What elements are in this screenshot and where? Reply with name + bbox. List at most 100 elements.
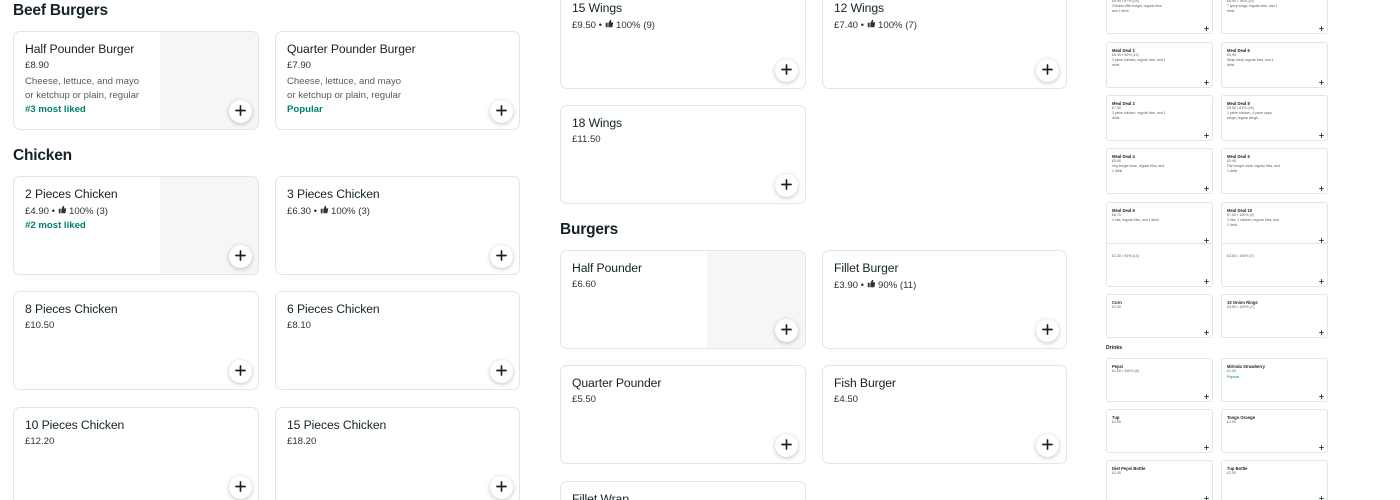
- plus-icon[interactable]: [1317, 277, 1325, 285]
- thumbnail-item-card[interactable]: Pepsi £1.00 • 100% (5): [1106, 358, 1213, 402]
- thumbnail-item-description: Veg burger meal, regular fries, and 1 dr…: [1112, 164, 1165, 173]
- thumbnail-item-price: £5.90 • 87% (24): [1112, 0, 1139, 3]
- add-to-cart-button[interactable]: [490, 245, 513, 268]
- plus-icon[interactable]: [1317, 78, 1325, 86]
- thumbnail-item-card[interactable]: Diet Pepsi Bottle £2.90: [1106, 460, 1213, 500]
- thumbs-up-icon: [867, 279, 876, 291]
- plus-icon[interactable]: [1202, 78, 1210, 86]
- plus-icon[interactable]: [1317, 24, 1325, 32]
- plus-icon[interactable]: [1317, 131, 1325, 139]
- item-name: 15 Wings: [572, 1, 623, 15]
- add-to-cart-button[interactable]: [775, 59, 798, 82]
- thumbnail-item-card[interactable]: £3.50 • 100% (7): [1221, 243, 1328, 287]
- thumbnail-item-card[interactable]: Meal Deal 9 £8.70 4 ribs, regular fries, a…: [1106, 202, 1213, 246]
- plus-icon: [781, 437, 792, 455]
- menu-item-card[interactable]: 15 Wings £9.50 • 100% (9): [560, 0, 806, 89]
- thumbnail-item-card[interactable]: £5.90 • 87% (24) Chicken fillet burger, r…: [1106, 0, 1213, 34]
- menu-item-card[interactable]: Fillet Burger £3.90 • 90% (11): [822, 250, 1067, 349]
- plus-icon: [235, 248, 246, 266]
- item-name: Quarter Pounder Burger: [287, 42, 416, 56]
- thumbnail-item-card[interactable]: Meal Deal 5 £5.90 Fish burger meal, regula…: [1221, 148, 1328, 194]
- add-to-cart-button[interactable]: [229, 100, 252, 123]
- plus-icon[interactable]: [1202, 443, 1210, 451]
- plus-icon[interactable]: [1317, 184, 1325, 192]
- item-name: 6 Pieces Chicken: [287, 302, 380, 316]
- thumbnail-item-description: 3 piece chicken, regular fries, and 1 dr…: [1112, 111, 1166, 120]
- thumbnail-item-price: £7.50 • 100% (4): [1227, 213, 1254, 217]
- add-to-cart-button[interactable]: [775, 434, 798, 457]
- thumbnail-item-card[interactable]: £2.30 • 92% (14): [1106, 243, 1213, 287]
- thumbnail-item-card[interactable]: Corn £2.30: [1106, 294, 1213, 338]
- add-to-cart-button[interactable]: [775, 319, 798, 342]
- menu-item-card[interactable]: 18 Wings £11.50: [560, 105, 806, 204]
- thumbnail-item-badge: Popular: [1227, 375, 1240, 379]
- add-to-cart-button[interactable]: [1036, 319, 1059, 342]
- thumbnail-item-description: Fish burger meal, regular fries, and 1 d…: [1227, 164, 1280, 173]
- menu-item-card[interactable]: Quarter Pounder £5.50: [560, 365, 806, 464]
- plus-icon[interactable]: [1202, 328, 1210, 336]
- plus-icon[interactable]: [1317, 494, 1325, 500]
- thumbs-up-icon: [605, 19, 614, 31]
- item-price: £10.50: [25, 320, 55, 331]
- plus-icon[interactable]: [1202, 277, 1210, 285]
- item-name: 8 Pieces Chicken: [25, 302, 118, 316]
- menu-item-card[interactable]: 15 Pieces Chicken £18.20: [275, 407, 520, 500]
- add-to-cart-button[interactable]: [490, 476, 513, 499]
- thumbnail-item-card[interactable]: Tango Orange £1.00: [1221, 409, 1328, 453]
- plus-icon[interactable]: [1202, 184, 1210, 192]
- thumbnail-item-card[interactable]: 10 Onion Rings £3.50 • 100% (7): [1221, 294, 1328, 338]
- thumbnail-item-card[interactable]: 7up £1.00: [1106, 409, 1213, 453]
- thumbnail-item-description: 4 ribs, regular fries, and 1 drink: [1112, 218, 1159, 222]
- thumbnail-item-price: £3.50 • 100% (7): [1227, 254, 1254, 258]
- thumbnail-item-card[interactable]: Meal Deal 10 £7.50 • 100% (4) 2 ribs, 1 ch…: [1221, 202, 1328, 246]
- item-price: £9.50 • 100% (9): [572, 19, 655, 31]
- item-name: Fillet Burger: [834, 261, 899, 275]
- thumbnail-item-card[interactable]: Meal Deal 1 £5.90 • 90% (11) 2 piece chick…: [1106, 42, 1213, 88]
- add-to-cart-button[interactable]: [1036, 434, 1059, 457]
- plus-icon: [496, 248, 507, 266]
- thumbnail-item-price: £1.00: [1227, 369, 1236, 373]
- thumbnail-item-card[interactable]: Meal Deal 4 £5.90 Veg burger meal, regular…: [1106, 148, 1213, 194]
- thumbnail-item-card[interactable]: Meal Deal 8 £9.90 • 81% (16) 1 piece chick…: [1221, 95, 1328, 141]
- thumbnail-item-card[interactable]: Meal Deal 2 £7.50 3 piece chicken, regular…: [1106, 95, 1213, 141]
- section-heading-burgers: Burgers: [560, 221, 619, 238]
- menu-item-card[interactable]: Quarter Pounder Burger £7.90 Cheese, let…: [275, 31, 520, 130]
- menu-item-card[interactable]: 8 Pieces Chicken £10.50: [13, 291, 259, 390]
- thumbnail-item-card[interactable]: £8.50 • 78% (32) 7 spicy wings, regular f…: [1221, 0, 1328, 34]
- plus-icon[interactable]: [1202, 24, 1210, 32]
- menu-item-card[interactable]: Fish Burger £4.50: [822, 365, 1067, 464]
- plus-icon[interactable]: [1202, 494, 1210, 500]
- add-to-cart-button[interactable]: [490, 100, 513, 123]
- menu-item-card[interactable]: 6 Pieces Chicken £8.10: [275, 291, 520, 390]
- menu-item-card[interactable]: Fillet Wrap: [560, 481, 806, 500]
- plus-icon[interactable]: [1202, 392, 1210, 400]
- menu-item-card[interactable]: 10 Pieces Chicken £12.20: [13, 407, 259, 500]
- menu-item-card[interactable]: 3 Pieces Chicken £6.30 • 100% (3): [275, 176, 520, 275]
- plus-icon[interactable]: [1317, 328, 1325, 336]
- add-to-cart-button[interactable]: [229, 245, 252, 268]
- thumbnail-item-card[interactable]: 7up Bottle £2.90: [1221, 460, 1328, 500]
- menu-item-card[interactable]: 12 Wings £7.40 • 100% (7): [822, 0, 1067, 89]
- plus-icon: [235, 103, 246, 121]
- thumbnail-item-card[interactable]: Mirinda Strawberry £1.00 Popular: [1221, 358, 1328, 402]
- item-price: £5.50: [572, 394, 597, 405]
- plus-icon[interactable]: [1317, 392, 1325, 400]
- thumbnail-item-card[interactable]: Meal Deal 6 £5.90 Wrap meal, regular fries…: [1221, 42, 1328, 88]
- thumbnail-item-price: £8.70: [1112, 213, 1121, 217]
- add-to-cart-button[interactable]: [775, 174, 798, 197]
- item-name: 2 Pieces Chicken: [25, 187, 118, 201]
- menu-item-card[interactable]: Half Pounder Burger £8.90 Cheese, lettuc…: [13, 31, 259, 130]
- item-price: £12.20: [25, 436, 55, 447]
- add-to-cart-button[interactable]: [229, 360, 252, 383]
- plus-icon: [781, 177, 792, 195]
- add-to-cart-button[interactable]: [229, 476, 252, 499]
- item-name: 12 Wings: [834, 1, 885, 15]
- menu-item-card[interactable]: 2 Pieces Chicken £4.90 • 100% (3) #2 mos…: [13, 176, 259, 275]
- add-to-cart-button[interactable]: [490, 360, 513, 383]
- item-name: 15 Pieces Chicken: [287, 418, 387, 432]
- item-price: £7.40 • 100% (7): [834, 19, 917, 31]
- plus-icon[interactable]: [1202, 131, 1210, 139]
- plus-icon[interactable]: [1317, 443, 1325, 451]
- add-to-cart-button[interactable]: [1036, 59, 1059, 82]
- menu-item-card[interactable]: Half Pounder £6.60: [560, 250, 806, 349]
